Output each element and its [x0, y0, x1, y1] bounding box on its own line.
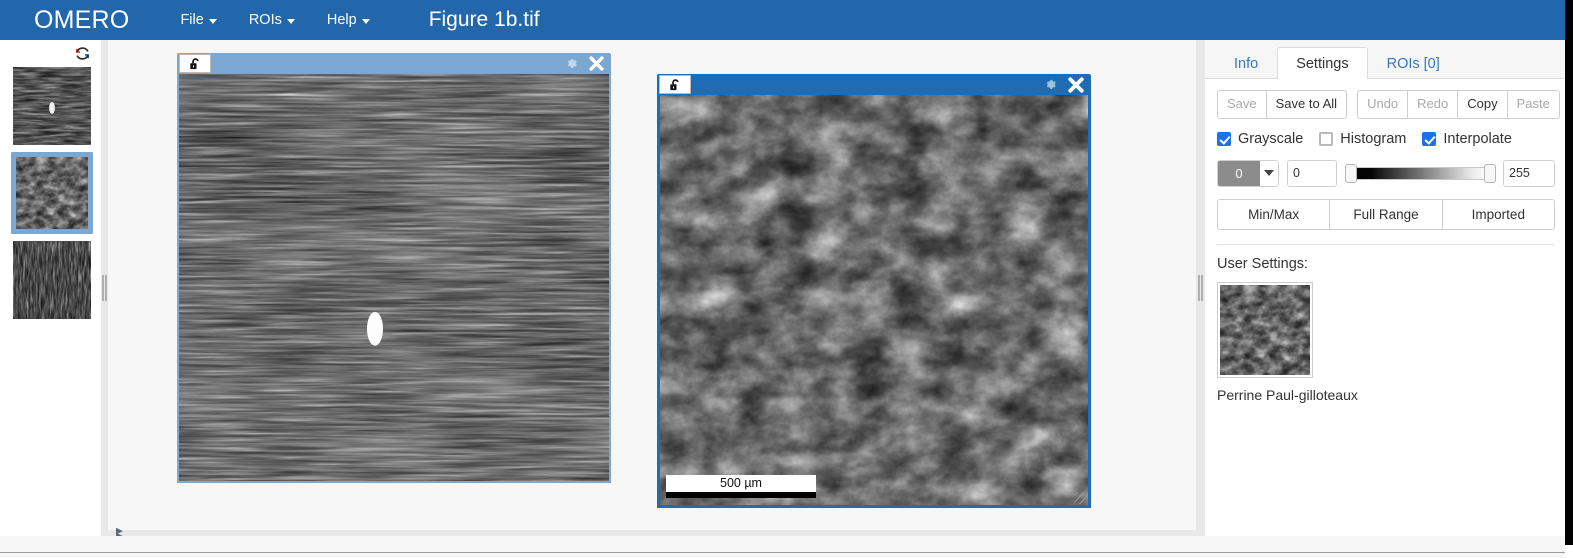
- chevron-down-icon: [361, 19, 370, 24]
- main-menu: File ROIs Help: [179, 10, 370, 30]
- image-window-2[interactable]: 500 µm: [657, 74, 1091, 508]
- range-min-input[interactable]: [1287, 159, 1337, 187]
- thumbnail-image-2: [12, 241, 91, 319]
- user-settings-thumbnail[interactable]: [1217, 282, 1313, 379]
- thumbnail-image-0: [12, 67, 91, 145]
- microscopy-image-2: [660, 95, 1088, 505]
- left-panel-splitter[interactable]: [101, 40, 108, 536]
- image-window-2-canvas[interactable]: 500 µm: [657, 95, 1091, 508]
- scale-bar: 500 µm: [666, 474, 816, 498]
- tab-settings[interactable]: Settings: [1277, 46, 1368, 79]
- save-to-all-button[interactable]: Save to All: [1265, 90, 1348, 119]
- intensity-range-slider[interactable]: [1345, 160, 1496, 187]
- thumbnail-item-1[interactable]: [10, 152, 93, 234]
- gear-icon[interactable]: [565, 57, 579, 71]
- chevron-down-icon: [208, 19, 217, 24]
- slider-handle-max[interactable]: [1484, 163, 1496, 183]
- thumbnail-item-2[interactable]: [12, 240, 92, 320]
- menu-file-label: File: [180, 12, 204, 28]
- interpolate-label: Interpolate: [1443, 130, 1512, 147]
- save-button[interactable]: Save: [1217, 90, 1267, 119]
- sidebar-tabs: Info Settings ROIs [0]: [1205, 40, 1565, 79]
- histogram-checkbox[interactable]: [1319, 131, 1334, 146]
- channel-select-value: 0: [1218, 160, 1260, 186]
- min-max-button[interactable]: Min/Max: [1217, 198, 1331, 231]
- bottom-status-strip: [0, 536, 1573, 558]
- settings-sidebar: Info Settings ROIs [0] Save Save to All …: [1205, 40, 1565, 536]
- edit-button-group: Undo Redo Copy Paste: [1357, 90, 1560, 119]
- refresh-icon[interactable]: [74, 45, 91, 62]
- settings-action-buttons: Save Save to All Undo Redo Copy Paste: [1217, 90, 1560, 119]
- menu-rois[interactable]: ROIs: [248, 10, 296, 30]
- menu-rois-label: ROIs: [248, 12, 282, 28]
- splitter-grip-icon: [102, 275, 107, 301]
- user-settings-label: User Settings:: [1217, 256, 1309, 273]
- omero-brand-logo[interactable]: OMERO: [34, 6, 129, 35]
- interpolate-checkbox[interactable]: [1422, 131, 1437, 146]
- top-header-bar: OMERO File ROIs Help Figure 1b.tif: [0, 0, 1565, 40]
- microscopy-image-1: [179, 74, 609, 481]
- channel-select[interactable]: 0: [1217, 159, 1279, 187]
- thumbnail-toolbar: [0, 40, 103, 66]
- redo-button[interactable]: Redo: [1407, 90, 1459, 119]
- unlocked-padlock-icon[interactable]: [179, 54, 211, 73]
- splitter-grip-icon: [1198, 275, 1203, 301]
- bottom-border-line: [0, 552, 1565, 553]
- imported-button[interactable]: Imported: [1441, 198, 1555, 231]
- user-settings-owner: Perrine Paul-gilloteaux: [1217, 387, 1358, 404]
- gear-icon[interactable]: [1044, 78, 1058, 92]
- document-title: Figure 1b.tif: [428, 8, 540, 31]
- range-preset-buttons: Min/Max Full Range Imported: [1217, 198, 1555, 231]
- slider-handle-min[interactable]: [1345, 163, 1357, 183]
- paste-button[interactable]: Paste: [1506, 90, 1560, 119]
- user-settings-thumbnail-image: [1220, 285, 1310, 376]
- range-max-input[interactable]: [1503, 159, 1555, 187]
- unlocked-padlock-icon[interactable]: [659, 75, 691, 94]
- undo-button[interactable]: Undo: [1357, 90, 1409, 119]
- right-panel-splitter[interactable]: [1196, 40, 1205, 536]
- chevron-down-icon: [286, 19, 295, 24]
- close-icon[interactable]: [588, 55, 605, 72]
- scale-bar-line: [666, 492, 816, 498]
- grayscale-label: Grayscale: [1238, 130, 1304, 147]
- menu-help-label: Help: [326, 12, 357, 28]
- histogram-label: Histogram: [1340, 130, 1407, 147]
- thumbnail-item-0[interactable]: [12, 66, 92, 146]
- copy-button[interactable]: Copy: [1457, 90, 1508, 119]
- thumbnail-sidebar: [0, 40, 104, 536]
- image-window-2-titlebar[interactable]: [657, 74, 1091, 95]
- omero-image-viewer-app: OMERO File ROIs Help Figure 1b.tif 500 µ…: [0, 0, 1573, 558]
- resize-grip-icon[interactable]: [1074, 492, 1086, 504]
- scale-bar-label: 500 µm: [666, 474, 816, 492]
- grayscale-checkbox[interactable]: [1217, 131, 1231, 146]
- chevron-down-icon: [1260, 160, 1278, 186]
- full-range-button[interactable]: Full Range: [1329, 198, 1443, 231]
- close-icon[interactable]: [1067, 76, 1085, 94]
- tab-rois[interactable]: ROIs [0]: [1368, 47, 1459, 80]
- window-corner-block: [1565, 545, 1573, 558]
- settings-panel-body: Save Save to All Undo Redo Copy Paste Gr…: [1205, 79, 1565, 403]
- save-button-group: Save Save to All: [1217, 90, 1348, 119]
- render-options-row: Grayscale Histogram Interpolate: [1217, 131, 1555, 147]
- thumbnail-image-1: [15, 157, 88, 229]
- window-right-edge: [1565, 0, 1573, 545]
- menu-file[interactable]: File: [179, 10, 217, 30]
- thumbnail-list: [0, 66, 103, 320]
- image-window-1-titlebar[interactable]: [177, 53, 611, 74]
- image-window-1[interactable]: [177, 53, 611, 483]
- image-window-2-tools: [1044, 74, 1085, 95]
- menu-help[interactable]: Help: [326, 10, 371, 30]
- channel-range-row: 0: [1217, 159, 1555, 187]
- intensity-gradient-track: [1351, 166, 1489, 180]
- section-divider: [1217, 244, 1555, 246]
- image-viewport: 500 µm: [108, 40, 1196, 530]
- image-window-1-tools: [565, 53, 605, 74]
- tab-info[interactable]: Info: [1215, 47, 1277, 80]
- image-window-1-canvas[interactable]: [177, 74, 611, 483]
